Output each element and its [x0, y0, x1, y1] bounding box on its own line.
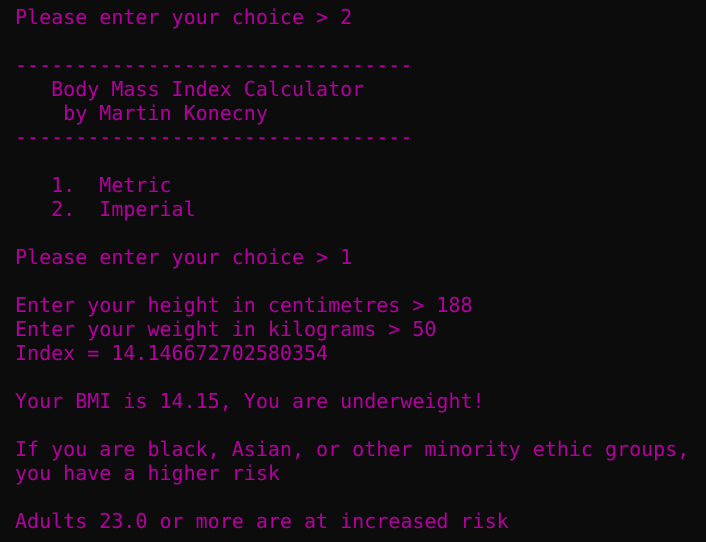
terminal-output[interactable]: Please enter your choice > 2 ------------… [15, 5, 689, 533]
terminal-line: by Martin Konecny [15, 101, 268, 125]
terminal-line: Adults 23.0 or more are at increased ris… [15, 509, 509, 533]
terminal-line: If you are black, Asian, or other minori… [15, 437, 690, 461]
terminal-line: Please enter your choice > 1 [15, 245, 353, 269]
terminal-line: Please enter your choice > 2 [15, 5, 353, 29]
terminal-line: you have a higher risk [15, 461, 280, 485]
terminal-line: Enter your height in centimetres > 188 [15, 293, 473, 317]
terminal-line: Index = 14.146672702580354 [15, 341, 329, 365]
terminal-line: --------------------------------- [15, 125, 413, 149]
terminal-line: Body Mass Index Calculator [15, 77, 365, 101]
terminal-line: --------------------------------- [15, 53, 413, 77]
terminal-line: Enter your weight in kilograms > 50 [15, 317, 437, 341]
terminal-line: Your BMI is 14.15, You are underweight! [15, 389, 485, 413]
terminal-line: 2. Imperial [15, 197, 196, 221]
terminal-line: 1. Metric [15, 173, 172, 197]
